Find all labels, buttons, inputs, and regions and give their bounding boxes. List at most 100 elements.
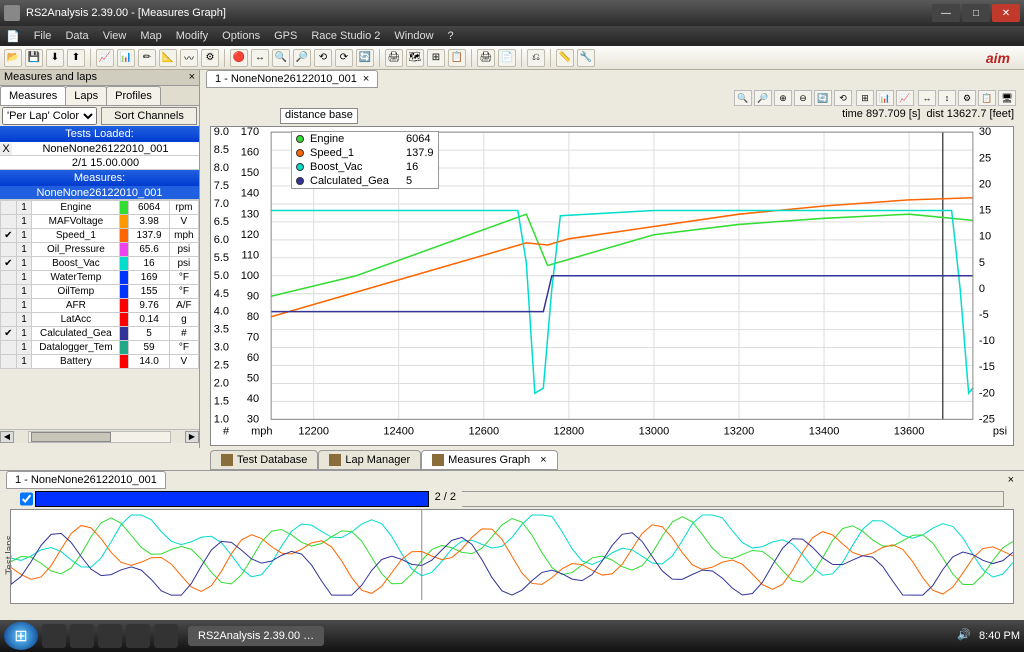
toolbar-button[interactable]: 🔴 xyxy=(230,49,248,67)
measure-color-swatch[interactable] xyxy=(120,215,129,229)
toolbar-button[interactable]: 📂 xyxy=(4,49,22,67)
lap-segment[interactable] xyxy=(35,491,429,507)
menu-modify[interactable]: Modify xyxy=(176,30,208,42)
sidebar-hscroll[interactable]: ◀ ▶ xyxy=(0,429,199,443)
graph-tool[interactable]: ⊖ xyxy=(794,90,812,106)
system-tray[interactable]: 🔊 8:40 PM xyxy=(847,628,1020,644)
measure-checkbox[interactable] xyxy=(1,215,17,229)
tab-close-icon[interactable]: × xyxy=(540,454,546,466)
toolbar-button[interactable]: ⎌ xyxy=(527,49,545,67)
menu-help[interactable]: ? xyxy=(448,30,454,42)
volume-icon[interactable]: 🔊 xyxy=(957,628,973,644)
scroll-thumb[interactable] xyxy=(31,432,111,442)
measure-checkbox[interactable] xyxy=(1,201,17,215)
toolbar-button[interactable]: ⟲ xyxy=(314,49,332,67)
measure-row[interactable]: 1Oil_Pressure65.6psi xyxy=(1,243,199,257)
tray-icon[interactable] xyxy=(935,628,951,644)
graph-tool[interactable]: ⊞ xyxy=(856,90,874,106)
toolbar-button[interactable]: 📋 xyxy=(448,49,466,67)
graph-tool[interactable]: 🔄 xyxy=(814,90,832,106)
scroll-right-icon[interactable]: ▶ xyxy=(185,431,199,443)
toolbar-button[interactable]: ⬆ xyxy=(67,49,85,67)
measure-checkbox[interactable] xyxy=(1,299,17,313)
measure-row[interactable]: 1Battery14.0V xyxy=(1,355,199,369)
graph-tool[interactable]: ↕ xyxy=(938,90,956,106)
measure-color-swatch[interactable] xyxy=(120,285,129,299)
tray-icon[interactable] xyxy=(891,628,907,644)
measure-checkbox[interactable] xyxy=(1,243,17,257)
graph-tab-close-icon[interactable]: × xyxy=(363,73,369,85)
measure-color-swatch[interactable] xyxy=(120,257,129,271)
menu-map[interactable]: Map xyxy=(140,30,161,42)
graph-tool[interactable]: 📈 xyxy=(896,90,914,106)
start-button[interactable]: ⊞ xyxy=(4,622,38,650)
main-plot[interactable]: 1220012400126001280013000132001340013600… xyxy=(210,126,1014,446)
measure-color-swatch[interactable] xyxy=(120,327,129,341)
quicklaunch-3[interactable] xyxy=(98,624,122,648)
maximize-button[interactable]: □ xyxy=(962,4,990,22)
measure-row[interactable]: 1WaterTemp169°F xyxy=(1,271,199,285)
measure-checkbox[interactable] xyxy=(1,313,17,327)
distance-base-label[interactable]: distance base xyxy=(280,108,358,124)
measure-row[interactable]: 1MAFVoltage3.98V xyxy=(1,215,199,229)
graph-tool[interactable]: 📊 xyxy=(876,90,894,106)
toolbar-button[interactable]: 🔎 xyxy=(293,49,311,67)
measure-row[interactable]: ✔1Boost_Vac16psi xyxy=(1,257,199,271)
scroll-left-icon[interactable]: ◀ xyxy=(0,431,14,443)
tab-laps[interactable]: Laps xyxy=(65,86,107,105)
measure-checkbox[interactable] xyxy=(1,341,17,355)
toolbar-button[interactable]: 🔄 xyxy=(356,49,374,67)
test-name[interactable]: NoneNone26122010_001 xyxy=(12,143,199,155)
toolbar-button[interactable]: 📈 xyxy=(96,49,114,67)
tab-measures-graph[interactable]: Measures Graph× xyxy=(421,450,557,470)
graph-tab[interactable]: 1 - NoneNone26122010_001× xyxy=(206,70,378,88)
menu-window[interactable]: Window xyxy=(394,30,433,42)
toolbar-button[interactable]: 〰 xyxy=(180,49,198,67)
measure-color-swatch[interactable] xyxy=(120,341,129,355)
measure-color-swatch[interactable] xyxy=(120,313,129,327)
measure-row[interactable]: ✔1Speed_1137.9mph xyxy=(1,229,199,243)
tray-icon[interactable] xyxy=(847,628,863,644)
toolbar-button[interactable]: 🖨 xyxy=(385,49,403,67)
toolbar-button[interactable]: 📏 xyxy=(556,49,574,67)
measure-checkbox[interactable]: ✔ xyxy=(1,229,17,243)
app-menu-icon[interactable]: 📄 xyxy=(6,30,20,43)
measure-row[interactable]: 1LatAcc0.14g xyxy=(1,313,199,327)
measure-row[interactable]: 1AFR9.76A/F xyxy=(1,299,199,313)
graph-tool[interactable]: ⟲ xyxy=(834,90,852,106)
toolbar-button[interactable]: ✏ xyxy=(138,49,156,67)
toolbar-button[interactable]: 📊 xyxy=(117,49,135,67)
menu-gps[interactable]: GPS xyxy=(274,30,297,42)
tab-test-database[interactable]: Test Database xyxy=(210,450,318,470)
toolbar-button[interactable]: ⬇ xyxy=(46,49,64,67)
quicklaunch-2[interactable] xyxy=(70,624,94,648)
graph-tool[interactable]: ↔ xyxy=(918,90,936,106)
lap-bar[interactable]: 2 / 2 xyxy=(20,491,1004,507)
measure-color-swatch[interactable] xyxy=(120,271,129,285)
toolbar-button[interactable]: 🗺 xyxy=(406,49,424,67)
toolbar-button[interactable]: ↔ xyxy=(251,49,269,67)
menu-view[interactable]: View xyxy=(103,30,127,42)
secondary-tab[interactable]: 1 - NoneNone26122010_001 xyxy=(6,471,166,489)
tray-icon[interactable] xyxy=(913,628,929,644)
measure-row[interactable]: ✔1Calculated_Gea5# xyxy=(1,327,199,341)
graph-tool[interactable]: ⚙ xyxy=(958,90,976,106)
measure-row[interactable]: 1Engine6064rpm xyxy=(1,201,199,215)
measure-checkbox[interactable]: ✔ xyxy=(1,327,17,341)
graph-tool[interactable]: 🖥 xyxy=(998,90,1016,106)
graph-tool[interactable]: 🔍 xyxy=(734,90,752,106)
measure-row[interactable]: 1OilTemp155°F xyxy=(1,285,199,299)
tab-lap-manager[interactable]: Lap Manager xyxy=(318,450,421,470)
toolbar-button[interactable]: 🖨 xyxy=(477,49,495,67)
measure-color-swatch[interactable] xyxy=(120,243,129,257)
measure-color-swatch[interactable] xyxy=(120,355,129,369)
quicklaunch-5[interactable] xyxy=(154,624,178,648)
minimize-button[interactable]: — xyxy=(932,4,960,22)
toolbar-button[interactable]: 🔍 xyxy=(272,49,290,67)
measure-checkbox[interactable] xyxy=(1,285,17,299)
test-remove-icon[interactable]: X xyxy=(0,143,12,155)
mini-plot[interactable] xyxy=(10,509,1014,604)
graph-tool[interactable]: ⊕ xyxy=(774,90,792,106)
secondary-close-icon[interactable]: × xyxy=(1008,474,1024,486)
graph-tool[interactable]: 📋 xyxy=(978,90,996,106)
